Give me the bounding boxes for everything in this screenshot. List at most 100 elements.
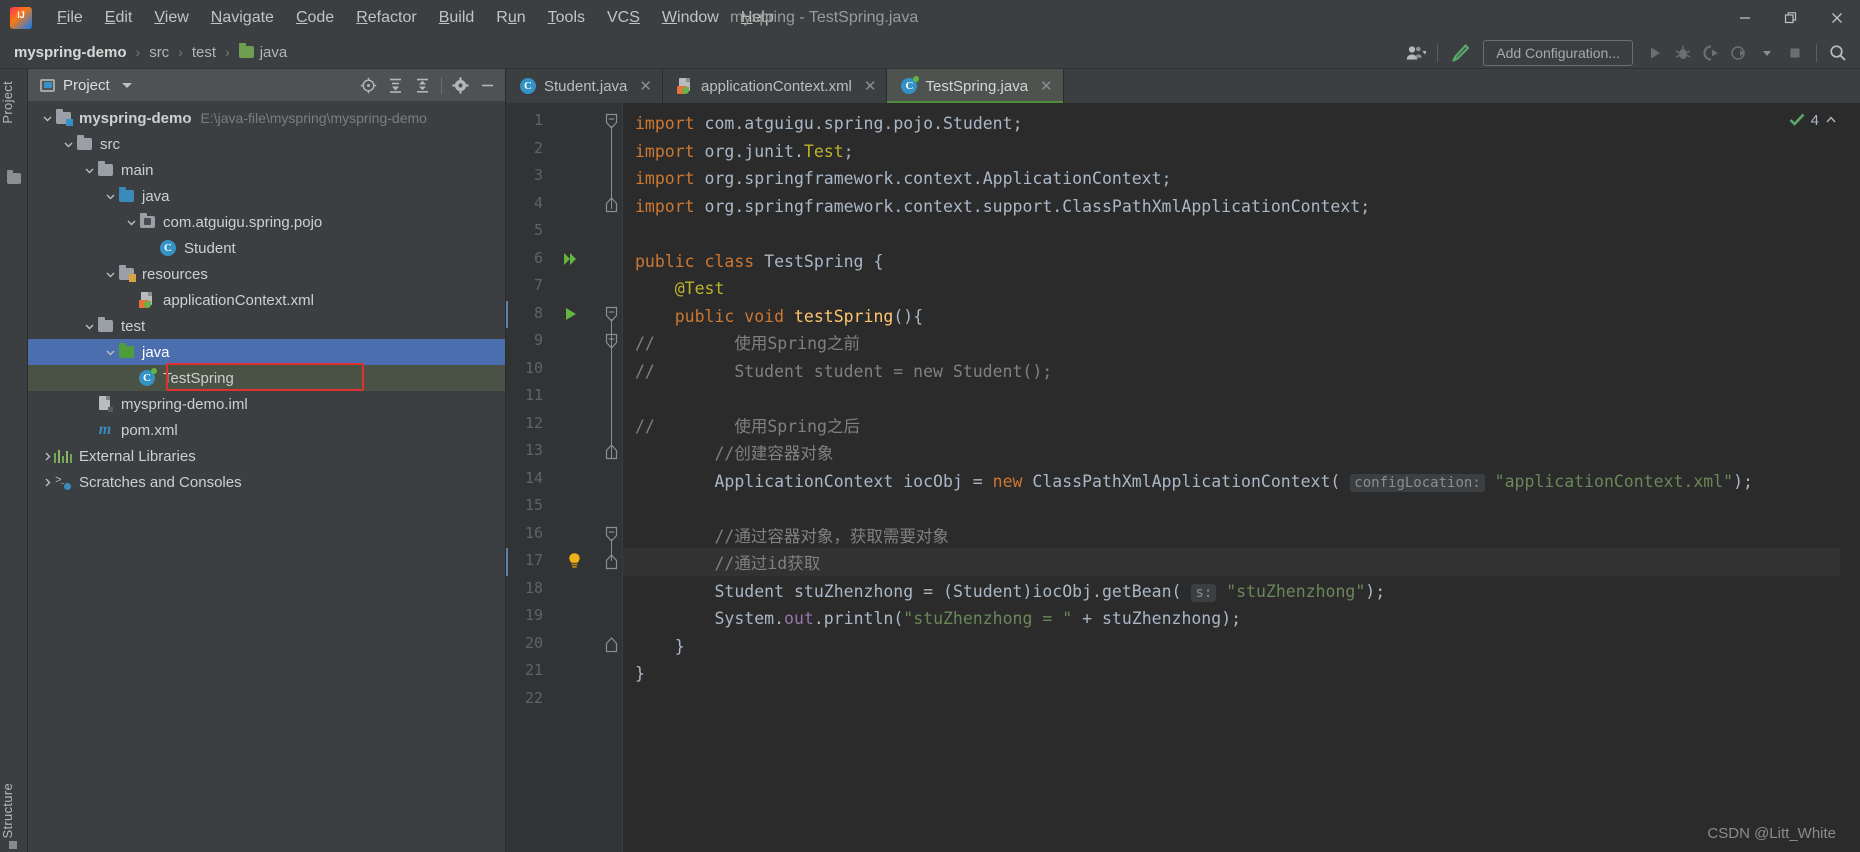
settings-gear-icon[interactable] xyxy=(447,72,474,99)
hide-icon[interactable] xyxy=(474,72,501,99)
menu-item-file[interactable]: File xyxy=(46,6,94,30)
code-line[interactable]: import org.junit.Test; xyxy=(635,138,854,166)
menu-item-navigate[interactable]: Navigate xyxy=(200,6,285,30)
menu-item-view[interactable]: View xyxy=(143,6,199,30)
close-icon[interactable]: ✕ xyxy=(1040,77,1053,95)
code-line[interactable]: System.out.println("stuZhenzhong = " + s… xyxy=(635,605,1241,633)
code-line[interactable]: import org.springframework.context.Appli… xyxy=(635,165,1171,193)
code-line[interactable]: //通过容器对象，获取需要对象 xyxy=(635,523,949,551)
editor-gutter[interactable]: 12345678910111213141516171819202122 xyxy=(506,103,601,852)
breadcrumb-item-myspring-demo[interactable]: myspring-demo xyxy=(14,44,127,61)
tree-node-student[interactable]: CStudent xyxy=(28,235,505,261)
code-editor[interactable]: 12345678910111213141516171819202122 impo… xyxy=(506,103,1860,852)
code-line[interactable]: Student stuZhenzhong = (Student)iocObj.g… xyxy=(635,578,1385,608)
menu-item-refactor[interactable]: Refactor xyxy=(345,6,427,30)
run-play-icon[interactable] xyxy=(1641,39,1669,67)
code-line[interactable]: // Student student = new Student(); xyxy=(635,358,1052,386)
tree-node-label: com.atguigu.spring.pojo xyxy=(163,214,322,231)
tree-node-external-libraries[interactable]: External Libraries xyxy=(28,443,505,469)
inspection-ok-icon xyxy=(1788,111,1806,129)
fold-marker-fold-end[interactable] xyxy=(604,636,619,658)
menu-item-tools[interactable]: Tools xyxy=(537,6,596,30)
tree-node-testspring[interactable]: CTestSpring xyxy=(28,365,505,391)
code-line[interactable]: } xyxy=(635,660,645,688)
tree-node-scratches-and-consoles[interactable]: >_Scratches and Consoles xyxy=(28,469,505,495)
profiler-icon[interactable] xyxy=(1725,39,1753,67)
code-line[interactable]: @Test xyxy=(635,275,724,303)
tree-expand-arrow[interactable] xyxy=(40,451,54,462)
tree-node-resources[interactable]: resources xyxy=(28,261,505,287)
select-opened-file-icon[interactable] xyxy=(355,72,382,99)
search-magnifier-icon[interactable] xyxy=(1824,39,1852,67)
run-test-method-icon[interactable] xyxy=(562,305,580,327)
tree-expand-arrow[interactable] xyxy=(61,139,75,150)
close-icon[interactable]: ✕ xyxy=(639,77,652,95)
run-configuration-selector[interactable]: Add Configuration... xyxy=(1483,40,1633,66)
code-line[interactable]: //通过id获取 xyxy=(635,550,820,578)
code-line[interactable]: import com.atguigu.spring.pojo.Student; xyxy=(635,110,1023,138)
tool-window-tab-structure[interactable]: Structure xyxy=(0,777,28,844)
tree-expand-arrow[interactable] xyxy=(82,165,96,176)
run-with-coverage-icon[interactable] xyxy=(1697,39,1725,67)
tree-expand-arrow[interactable] xyxy=(82,321,96,332)
tree-node-pom-xml[interactable]: mpom.xml xyxy=(28,417,505,443)
code-line[interactable]: //创建容器对象 xyxy=(635,440,833,468)
editor-tab-applicationcontext-xml[interactable]: applicationContext.xml✕ xyxy=(663,69,888,103)
code-line[interactable]: public void testSpring(){ xyxy=(635,303,923,331)
breadcrumb-item-src[interactable]: src xyxy=(149,44,169,61)
folder-icon xyxy=(239,46,254,58)
tool-window-tab-project[interactable]: Project xyxy=(0,75,28,130)
tree-node-java[interactable]: java xyxy=(28,339,505,365)
code-line[interactable]: public class TestSpring { xyxy=(635,248,883,276)
tree-node-myspring-demo[interactable]: myspring-demoE:\java-file\myspring\myspr… xyxy=(28,105,505,131)
breadcrumb-item-test[interactable]: test xyxy=(192,44,216,61)
tree-node-java[interactable]: java xyxy=(28,183,505,209)
code-line[interactable]: // 使用Spring之前 xyxy=(635,330,860,358)
menu-item-run[interactable]: Run xyxy=(485,6,536,30)
build-hammer-icon[interactable] xyxy=(1445,39,1475,67)
menu-item-build[interactable]: Build xyxy=(428,6,486,30)
editor-tab-student-java[interactable]: CStudent.java✕ xyxy=(506,69,663,103)
code-line[interactable]: import org.springframework.context.suppo… xyxy=(635,193,1370,221)
chevron-down-icon[interactable] xyxy=(122,83,132,88)
close-icon[interactable]: ✕ xyxy=(864,77,877,95)
expand-all-icon[interactable] xyxy=(382,72,409,99)
run-all-tests-icon[interactable] xyxy=(562,250,580,272)
restore-icon[interactable] xyxy=(1768,0,1814,36)
chevron-down-icon[interactable] xyxy=(1753,39,1781,67)
tree-expand-arrow[interactable] xyxy=(103,269,117,280)
editor-tab-testspring-java[interactable]: CTestSpring.java✕ xyxy=(887,69,1063,103)
tree-expand-arrow[interactable] xyxy=(40,113,54,124)
tree-node-main[interactable]: main xyxy=(28,157,505,183)
close-icon[interactable] xyxy=(1814,0,1860,36)
stop-square-icon[interactable] xyxy=(1781,39,1809,67)
tree-expand-arrow[interactable] xyxy=(40,477,54,488)
code-folding-column[interactable] xyxy=(601,103,623,852)
code-line[interactable]: // 使用Spring之后 xyxy=(635,413,860,441)
menu-item-vcs[interactable]: VCS xyxy=(596,6,651,30)
tree-expand-arrow[interactable] xyxy=(124,217,138,228)
menu-item-window[interactable]: Window xyxy=(651,6,730,30)
project-tree[interactable]: myspring-demoE:\java-file\myspring\myspr… xyxy=(28,101,505,852)
line-number: 9 xyxy=(506,331,543,349)
tree-node-test[interactable]: test xyxy=(28,313,505,339)
inspection-status-widget[interactable]: 4 xyxy=(1788,111,1838,129)
breadcrumb-item-java[interactable]: java xyxy=(239,44,288,61)
menu-item-edit[interactable]: Edit xyxy=(94,6,144,30)
menu-item-code[interactable]: Code xyxy=(285,6,345,30)
code-line[interactable]: } xyxy=(635,633,685,661)
minimize-icon[interactable] xyxy=(1722,0,1768,36)
code-line[interactable]: ApplicationContext iocObj = new ClassPat… xyxy=(635,468,1753,498)
tree-node-com-atguigu-spring-pojo[interactable]: com.atguigu.spring.pojo xyxy=(28,209,505,235)
tree-expand-arrow[interactable] xyxy=(103,191,117,202)
tree-node-applicationcontext-xml[interactable]: applicationContext.xml xyxy=(28,287,505,313)
tree-node-myspring-demo-iml[interactable]: myspring-demo.iml xyxy=(28,391,505,417)
code-text-area[interactable]: import com.atguigu.spring.pojo.Student;i… xyxy=(623,103,1860,852)
tree-node-src[interactable]: src xyxy=(28,131,505,157)
collapse-all-icon[interactable] xyxy=(409,72,436,99)
user-account-icon[interactable] xyxy=(1402,39,1430,67)
tree-expand-arrow[interactable] xyxy=(103,347,117,358)
intention-bulb-icon[interactable] xyxy=(566,552,583,574)
debug-bug-icon[interactable] xyxy=(1669,39,1697,67)
error-stripe-marks[interactable] xyxy=(1840,103,1860,852)
